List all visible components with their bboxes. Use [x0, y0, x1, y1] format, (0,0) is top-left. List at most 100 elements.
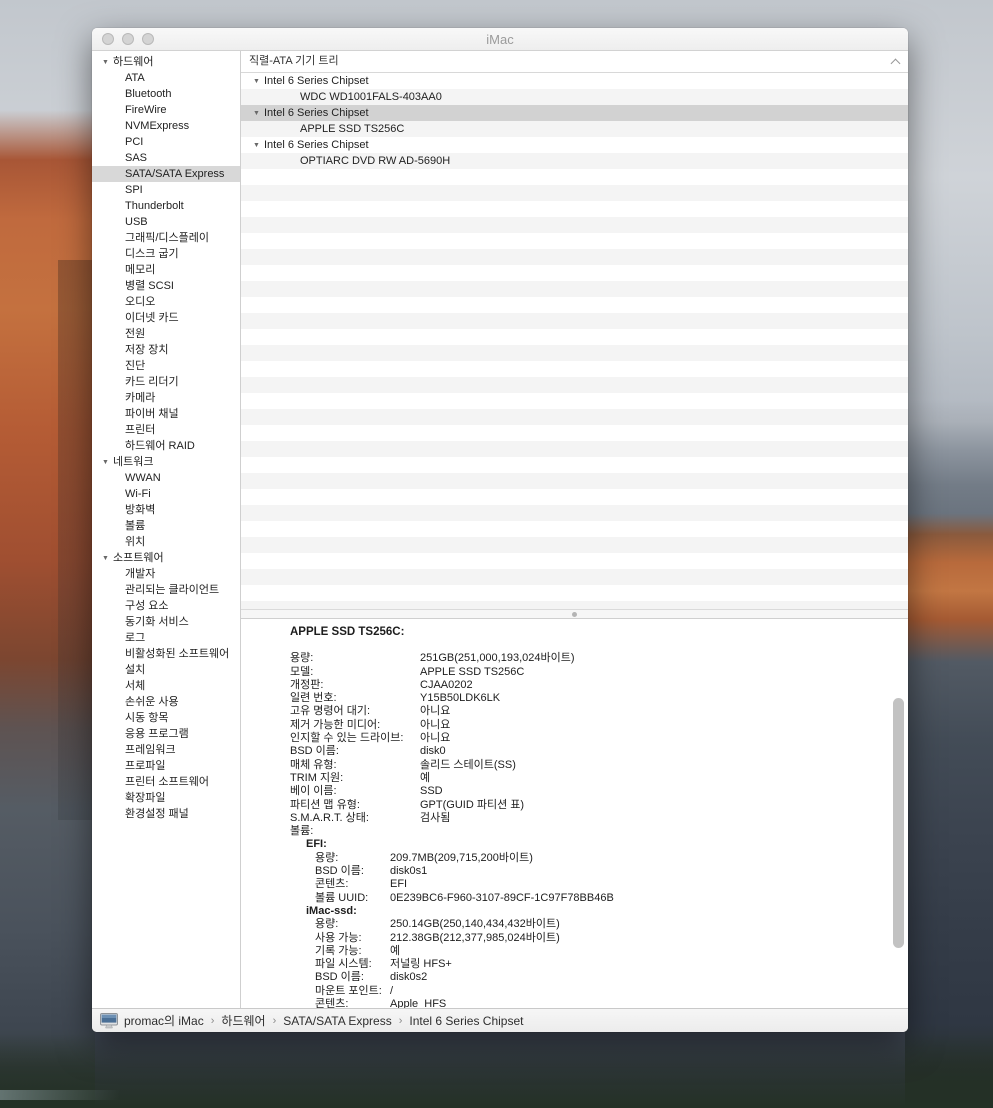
volume-row: BSD 이름:disk0s1 [290, 865, 908, 878]
sidebar-item[interactable]: USB [92, 214, 240, 230]
detail-row: 베이 이름:SSD [290, 785, 908, 798]
tree-row-empty [241, 329, 908, 345]
detail-row-value: 아니요 [420, 732, 450, 745]
tree-row-empty [241, 393, 908, 409]
sidebar-item[interactable]: 방화벽 [92, 502, 240, 518]
disclosure-triangle-icon: ▼ [253, 74, 264, 90]
sidebar-item-label: 개발자 [125, 568, 155, 580]
sidebar-item[interactable]: FireWire [92, 102, 240, 118]
sidebar-item[interactable]: 병렬 SCSI [92, 278, 240, 294]
sidebar-item[interactable]: 개발자 [92, 566, 240, 582]
volume-row: 콘텐츠:Apple_HFS [290, 998, 908, 1008]
sidebar-item[interactable]: SPI [92, 182, 240, 198]
sidebar-item[interactable]: 설치 [92, 662, 240, 678]
sidebar-item[interactable]: 메모리 [92, 262, 240, 278]
sidebar-item[interactable]: Wi-Fi [92, 486, 240, 502]
close-button[interactable] [102, 33, 114, 45]
sidebar-item[interactable]: 파이버 채널 [92, 406, 240, 422]
sidebar-item[interactable]: WWAN [92, 470, 240, 486]
sidebar-item[interactable]: 프린터 소프트웨어 [92, 774, 240, 790]
sidebar-item[interactable]: 시동 항목 [92, 710, 240, 726]
tree-row-label: Intel 6 Series Chipset [264, 107, 369, 119]
window-title: iMac [486, 32, 513, 47]
sidebar-item[interactable]: ▼소프트웨어 [92, 550, 240, 566]
sidebar-item[interactable]: ▼네트워크 [92, 454, 240, 470]
detail-row-label: 매체 유형: [290, 759, 420, 772]
sidebar-item[interactable]: 위치 [92, 534, 240, 550]
sidebar-item[interactable]: 카메라 [92, 390, 240, 406]
sidebar-item[interactable]: 프레임워크 [92, 742, 240, 758]
titlebar[interactable]: iMac [92, 28, 908, 51]
sidebar-item[interactable]: ▼하드웨어 [92, 54, 240, 70]
sidebar-item-label: Bluetooth [125, 88, 171, 100]
sidebar-item[interactable]: 프린터 [92, 422, 240, 438]
volume-row-label: 기록 가능: [315, 945, 390, 958]
sidebar-item[interactable]: 동기화 서비스 [92, 614, 240, 630]
tree-row-label: APPLE SSD TS256C [300, 123, 404, 135]
sidebar-item[interactable]: 카드 리더기 [92, 374, 240, 390]
sidebar-item[interactable]: NVMExpress [92, 118, 240, 134]
tree-row[interactable]: ▼Intel 6 Series Chipset [241, 73, 908, 89]
volume-row: 파일 시스템:저널링 HFS+ [290, 958, 908, 971]
minimize-button[interactable] [122, 33, 134, 45]
tree-row-empty [241, 281, 908, 297]
sidebar-item[interactable]: 환경설정 패널 [92, 806, 240, 822]
sidebar-item[interactable]: 진단 [92, 358, 240, 374]
sidebar-item[interactable]: 비활성화된 소프트웨어 [92, 646, 240, 662]
volume-row-label: 콘텐츠: [315, 998, 390, 1008]
sidebar-item[interactable]: 디스크 굽기 [92, 246, 240, 262]
sidebar-item-label: 네트워크 [113, 456, 153, 468]
sidebar-item[interactable]: SAS [92, 150, 240, 166]
sidebar-item[interactable]: SATA/SATA Express [92, 166, 240, 182]
sidebar-item-label: 손쉬운 사용 [125, 696, 179, 708]
sidebar-item[interactable]: 로그 [92, 630, 240, 646]
tree-row[interactable]: OPTIARC DVD RW AD-5690H [241, 153, 908, 169]
volume-row-label: 볼륨 UUID: [315, 892, 390, 905]
tree-row-label: OPTIARC DVD RW AD-5690H [300, 155, 450, 167]
sidebar-item[interactable]: 응용 프로그램 [92, 726, 240, 742]
sidebar-item[interactable]: 오디오 [92, 294, 240, 310]
zoom-button[interactable] [142, 33, 154, 45]
breadcrumb-separator: › [266, 1015, 284, 1027]
sidebar-item[interactable]: 프로파일 [92, 758, 240, 774]
collapse-chevron-icon[interactable] [891, 59, 901, 69]
sidebar-item[interactable]: Thunderbolt [92, 198, 240, 214]
sidebar-item-label: 서체 [125, 680, 145, 692]
tree-row[interactable]: ▼Intel 6 Series Chipset [241, 137, 908, 153]
volume-row: 용량:209.7MB(209,715,200바이트) [290, 852, 908, 865]
sidebar-item[interactable]: Bluetooth [92, 86, 240, 102]
pane-splitter[interactable] [241, 609, 908, 619]
volume-row-value: 예 [390, 945, 400, 958]
tree-row[interactable]: APPLE SSD TS256C [241, 121, 908, 137]
sidebar-item[interactable]: 볼륨 [92, 518, 240, 534]
detail-row-value: APPLE SSD TS256C [420, 666, 524, 679]
sidebar-item[interactable]: 관리되는 클라이언트 [92, 582, 240, 598]
sidebar-item[interactable]: 확장파일 [92, 790, 240, 806]
tree-row-empty [241, 569, 908, 585]
sidebar-item[interactable]: 하드웨어 RAID [92, 438, 240, 454]
sidebar-item-label: 카드 리더기 [125, 376, 179, 388]
sidebar-item[interactable]: 구성 요소 [92, 598, 240, 614]
sidebar-item[interactable]: PCI [92, 134, 240, 150]
sidebar-item[interactable]: 손쉬운 사용 [92, 694, 240, 710]
sidebar-item[interactable]: 그래픽/디스플레이 [92, 230, 240, 246]
tree-row[interactable]: ▼Intel 6 Series Chipset [241, 105, 908, 121]
tree-row-empty [241, 185, 908, 201]
volume-name: iMac-ssd: [290, 905, 908, 918]
breadcrumb-separator: › [392, 1015, 410, 1027]
sidebar-item-label: 오디오 [125, 296, 155, 308]
detail-row-label: 고유 명령어 대기: [290, 705, 420, 718]
sidebar-item[interactable]: ATA [92, 70, 240, 86]
tree-row[interactable]: WDC WD1001FALS-403AA0 [241, 89, 908, 105]
tree-row-empty [241, 313, 908, 329]
tree-header[interactable]: 직렬-ATA 기기 트리 [241, 51, 908, 73]
detail-scrollbar-thumb[interactable] [893, 698, 904, 948]
sidebar-item[interactable]: 전원 [92, 326, 240, 342]
sidebar-item-label: 프레임워크 [125, 744, 176, 756]
sidebar-item-label: 파이버 채널 [125, 408, 179, 420]
tree-row-empty [241, 217, 908, 233]
sidebar-item[interactable]: 저장 장치 [92, 342, 240, 358]
sidebar-item[interactable]: 이더넷 카드 [92, 310, 240, 326]
sidebar-item-label: SPI [125, 184, 143, 196]
sidebar-item[interactable]: 서체 [92, 678, 240, 694]
